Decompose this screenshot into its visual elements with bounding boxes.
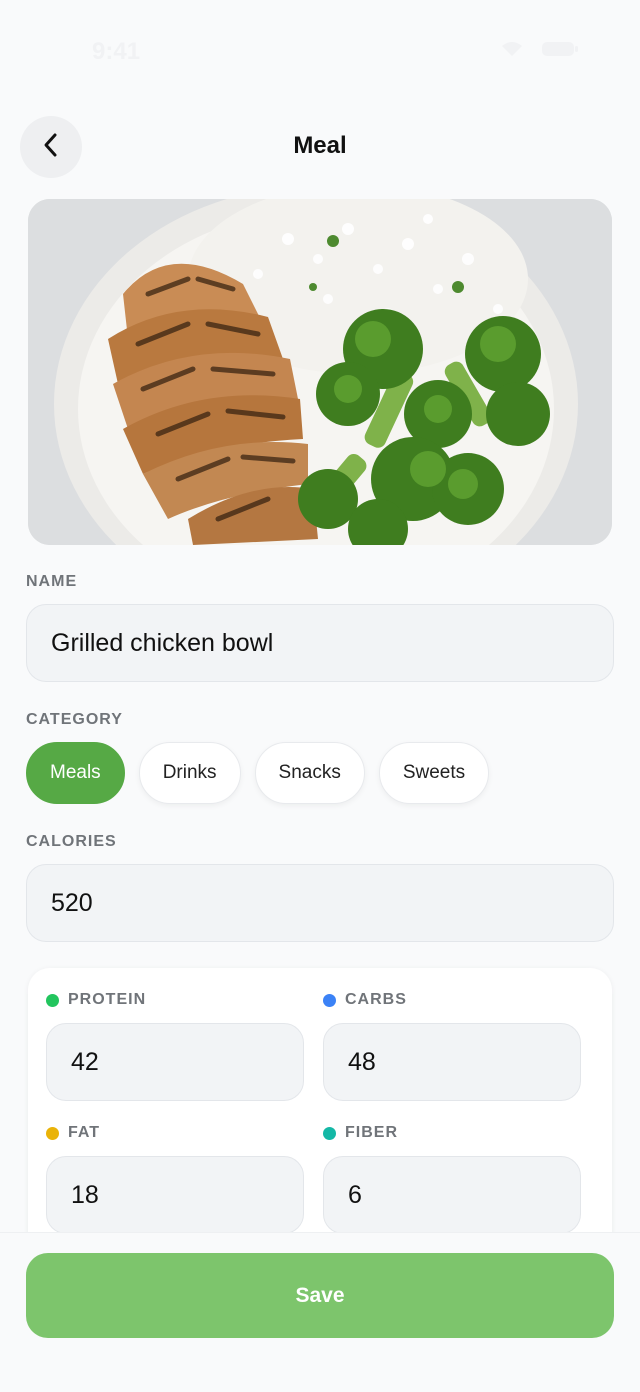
protein-dot-icon [46,993,59,1007]
page-title: Meal [293,132,347,159]
status-time: 9:41 [92,38,141,65]
macros-card: PROTEIN 42 CARBS 48 FAT 18 FIBER 6 [28,968,612,1268]
category-chip-sweets[interactable]: Sweets [378,742,490,804]
carbs-input[interactable]: 48 [323,1023,581,1101]
name-label: NAME [26,573,78,590]
protein-input[interactable]: 42 [46,1023,304,1101]
category-chip-meals[interactable]: Meals [26,742,125,804]
calories-label: CALORIES [26,833,117,850]
calories-input[interactable]: 520 [26,864,614,942]
category-chip-snacks[interactable]: Snacks [254,742,365,804]
fat-dot-icon [46,1126,59,1140]
category-chip-drinks[interactable]: Drinks [138,742,241,804]
fiber-dot-icon [323,1126,336,1140]
category-chips: Meals Drinks Snacks Sweets [26,742,490,804]
carbs-label: CARBS [323,991,407,1009]
fiber-label: FIBER [323,1124,398,1142]
fiber-label-text: FIBER [345,1124,398,1141]
meal-editor-screen: 9:41 Meal NAME Grilled chicken bowl CATE… [0,0,640,1392]
bottom-bar: Save [0,1232,640,1392]
protein-label: PROTEIN [46,991,146,1009]
status-bar: 9:41 [0,0,640,100]
fiber-input[interactable]: 6 [323,1156,581,1234]
name-input[interactable]: Grilled chicken bowl [26,604,614,682]
meal-photo[interactable] [28,199,612,545]
carbs-label-text: CARBS [345,991,407,1008]
protein-label-text: PROTEIN [68,991,147,1008]
status-icons [500,40,578,58]
carbs-dot-icon [323,993,336,1007]
fat-label-text: FAT [68,1124,101,1141]
fat-input[interactable]: 18 [46,1156,304,1234]
category-label: CATEGORY [26,711,123,728]
save-button[interactable]: Save [26,1253,614,1338]
wifi-icon [500,40,524,58]
battery-icon [542,40,578,58]
fat-label: FAT [46,1124,100,1142]
